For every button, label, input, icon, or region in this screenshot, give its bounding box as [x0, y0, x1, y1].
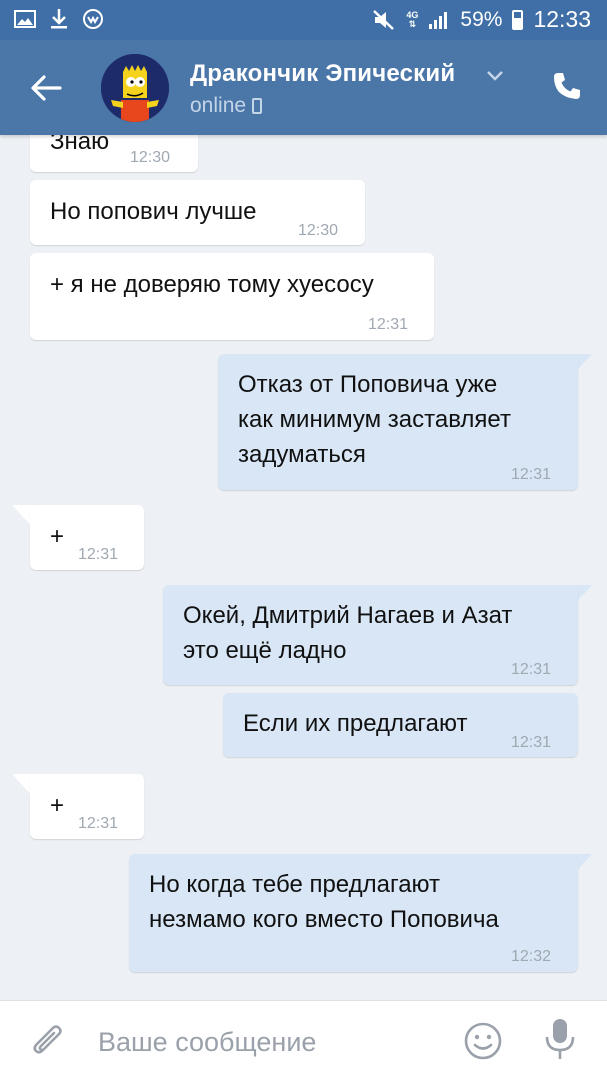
message-time: 12:31 — [511, 661, 552, 678]
message-time: 12:31 — [78, 546, 119, 563]
message-time: 12:32 — [511, 948, 552, 965]
message-time: 12:30 — [298, 222, 339, 239]
message-incoming[interactable]: Но попович лучше 12:30 — [30, 180, 365, 245]
message-text: Если их предлагают — [243, 710, 468, 737]
message-time: 12:31 — [511, 734, 552, 751]
message-text: + — [50, 792, 65, 819]
message-input[interactable] — [96, 1021, 440, 1063]
message-line: это ещё ладно — [183, 637, 347, 664]
message-incoming[interactable]: + 12:31 — [30, 774, 144, 839]
message-time: 12:31 — [368, 316, 409, 333]
mute-icon — [373, 9, 395, 30]
message-outgoing[interactable]: Если их предлагают 12:31 — [223, 693, 578, 757]
message-time: 12:31 — [78, 815, 119, 832]
contact-status: online — [190, 94, 263, 118]
contact-name[interactable]: Дракончик Эпический — [190, 60, 455, 88]
message-outgoing[interactable]: Отказ от Поповича уже как минимум застав… — [218, 354, 578, 490]
network-type: 4G ⇅ — [406, 9, 419, 29]
message-time: 12:30 — [130, 149, 171, 166]
avatar[interactable] — [101, 54, 169, 122]
battery-icon — [512, 9, 524, 30]
message-line: как минимум заставляет — [238, 406, 511, 433]
message-time: 12:31 — [511, 466, 552, 483]
message-list[interactable]: Знаю 12:30 Но попович лучше 12:30 + я не… — [0, 135, 607, 1000]
message-text: + — [50, 523, 65, 550]
message-outgoing[interactable]: Но когда тебе предлагают незмамо кого вм… — [129, 854, 578, 972]
message-line: незмамо кого вместо Поповича — [149, 906, 499, 933]
message-line: задуматься — [238, 441, 366, 468]
message-incoming[interactable]: + я не доверяю тому хуесосу 12:31 — [30, 253, 434, 340]
mobile-device-icon — [252, 98, 263, 114]
battery-percent: 59% — [460, 7, 503, 31]
avatar-image — [101, 54, 169, 122]
message-line: Но когда тебе предлагают — [149, 871, 441, 898]
message-text: Но попович лучше — [50, 198, 257, 225]
paperclip-icon[interactable] — [28, 1021, 68, 1061]
smiley-icon[interactable] — [463, 1021, 503, 1061]
back-arrow-icon[interactable] — [26, 68, 66, 108]
signal-icon — [429, 11, 448, 29]
message-outgoing[interactable]: Окей, Дмитрий Нагаев и Азат это ещё ладн… — [163, 585, 578, 685]
download-icon — [51, 9, 67, 29]
vk-notification-icon — [83, 9, 103, 29]
message-line: Окей, Дмитрий Нагаев и Азат — [183, 602, 513, 629]
chat-header: Дракончик Эпический online — [0, 40, 607, 135]
message-incoming[interactable]: + 12:31 — [30, 505, 144, 570]
message-incoming[interactable]: Знаю 12:30 — [30, 135, 198, 172]
system-indicators: 4G ⇅ 59% 12:33 — [372, 6, 591, 33]
gallery-icon — [14, 10, 36, 28]
status-bar: 4G ⇅ 59% 12:33 — [0, 0, 607, 40]
notification-icons — [14, 8, 104, 30]
message-line: Отказ от Поповича уже — [238, 371, 498, 398]
message-text: Знаю — [50, 135, 110, 155]
online-status: online — [190, 94, 247, 117]
message-composer — [0, 1000, 607, 1081]
phone-icon[interactable] — [551, 70, 583, 102]
chevron-down-icon[interactable] — [486, 70, 504, 82]
microphone-icon[interactable] — [543, 1017, 577, 1063]
clock: 12:33 — [533, 6, 591, 32]
message-text: + я не доверяю тому хуесосу — [50, 271, 374, 298]
